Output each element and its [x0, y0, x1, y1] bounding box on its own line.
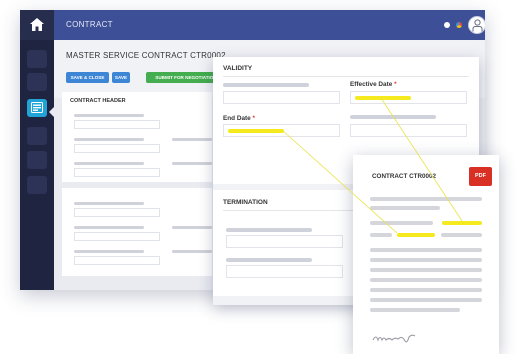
- highlight-connectors: [281, 97, 463, 234]
- end-date-connector: [281, 129, 398, 234]
- effective-date-connector: [380, 97, 463, 222]
